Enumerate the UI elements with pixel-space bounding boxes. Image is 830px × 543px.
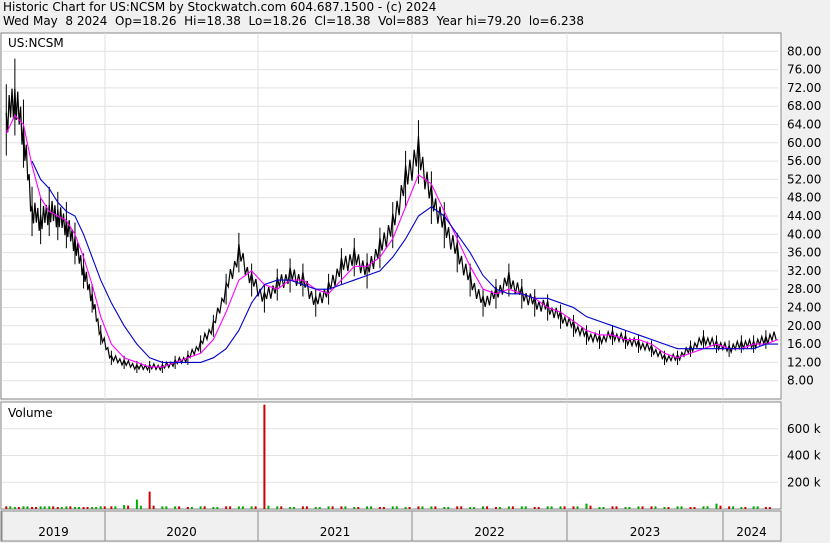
price-tick-label: 16.00	[787, 337, 821, 351]
volume-y-axis: 600 k 400 k 200 k	[787, 422, 821, 490]
price-tick-label: 8.00	[787, 374, 814, 388]
price-tick-label: 28.00	[787, 282, 821, 296]
price-tick-label: 52.00	[787, 172, 821, 186]
price-tick-label: 48.00	[787, 191, 821, 205]
volume-tick-label: 600 k	[787, 422, 821, 436]
price-tick-label: 20.00	[787, 319, 821, 333]
price-tick-label: 76.00	[787, 63, 821, 77]
price-panel-label: US:NCSM	[8, 36, 64, 50]
price-tick-label: 24.00	[787, 301, 821, 315]
price-tick-label: 60.00	[787, 136, 821, 150]
x-tick-label: 2021	[320, 525, 351, 539]
price-tick-label: 44.00	[787, 209, 821, 223]
x-tick-label: 2019	[38, 525, 69, 539]
price-y-axis: 80.00 76.00 72.00 68.00 64.00 60.00 56.00 52.00…	[787, 44, 821, 387]
price-volume-chart: 80.00 76.00 72.00 68.00 64.00 60.00 56.00 52.00…	[0, 32, 821, 542]
price-tick-label: 64.00	[787, 118, 821, 132]
price-tick-label: 56.00	[787, 154, 821, 168]
volume-tick-label: 200 k	[787, 475, 821, 489]
price-tick-label: 40.00	[787, 227, 821, 241]
price-tick-label: 68.00	[787, 99, 821, 113]
x-tick-label: 2023	[630, 525, 661, 539]
x-tick-label: 2024	[736, 525, 767, 539]
volume-tick-label: 400 k	[787, 449, 821, 463]
price-tick-label: 12.00	[787, 355, 821, 369]
x-tick-label: 2020	[166, 525, 197, 539]
price-tick-label: 80.00	[787, 44, 821, 58]
price-grid	[2, 33, 778, 399]
price-tick-label: 72.00	[787, 81, 821, 95]
x-axis-strip	[0, 510, 782, 542]
volume-panel-label: Volume	[8, 406, 53, 420]
price-tick-label: 36.00	[787, 246, 821, 260]
price-tick-label: 32.00	[787, 264, 821, 278]
x-tick-label: 2022	[474, 525, 505, 539]
